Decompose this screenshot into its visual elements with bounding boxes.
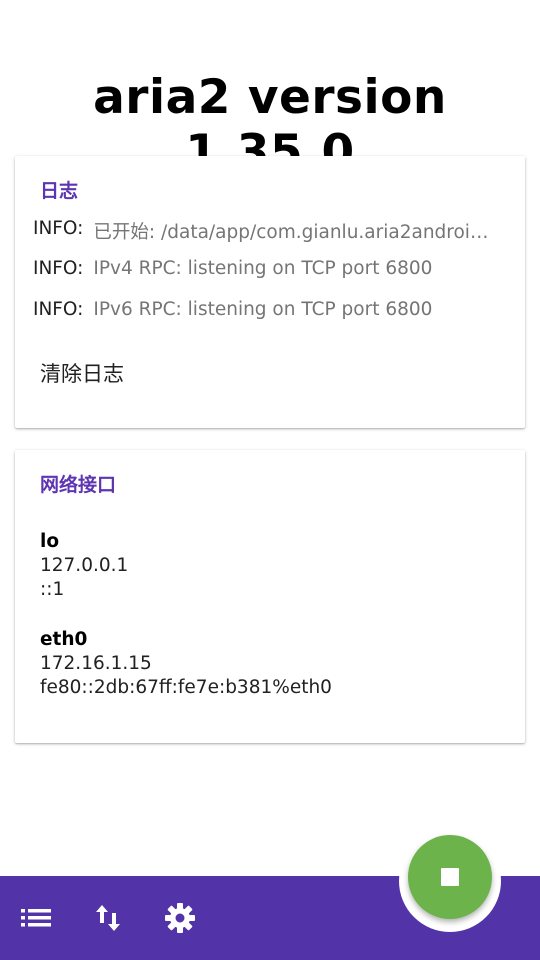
log-card-title: 日志 <box>40 180 79 202</box>
interface-name: eth0 <box>40 629 88 650</box>
stop-service-button[interactable] <box>408 835 492 919</box>
clear-log-button[interactable]: 清除日志 <box>40 358 124 388</box>
network-interface: lo 127.0.0.1 ::1 <box>40 530 128 602</box>
interface-address: fe80::2db:67ff:fe7e:b381%eth0 <box>40 677 332 698</box>
log-entry: INFO: IPv4 RPC: listening on TCP port 680… <box>33 258 513 284</box>
stop-icon <box>441 868 459 886</box>
log-message: IPv4 RPC: listening on TCP port 6800 <box>93 258 433 279</box>
interface-address: ::1 <box>40 579 65 600</box>
log-level: INFO: <box>33 258 84 279</box>
interface-name: lo <box>40 531 60 552</box>
log-message: 已开始: /data/app/com.gianlu.aria2android… <box>93 222 499 243</box>
log-level: INFO: <box>33 299 84 320</box>
list-icon[interactable] <box>19 901 53 935</box>
interface-address: 172.16.1.15 <box>40 653 152 674</box>
interface-address: 127.0.0.1 <box>40 555 129 576</box>
network-card: 网络接口 lo 127.0.0.1 ::1 eth0 172.16.1.15 f… <box>15 450 525 743</box>
swap-vert-icon[interactable] <box>91 901 125 935</box>
log-message: IPv6 RPC: listening on TCP port 6800 <box>93 299 433 320</box>
network-interface: eth0 172.16.1.15 fe80::2db:67ff:fe7e:b38… <box>40 628 332 700</box>
network-card-title: 网络接口 <box>40 474 117 496</box>
log-entry: INFO: 已开始: /data/app/com.gianlu.aria2andr… <box>33 218 513 244</box>
log-level: INFO: <box>33 218 84 239</box>
log-entry: INFO: IPv6 RPC: listening on TCP port 680… <box>33 299 513 325</box>
gear-icon[interactable] <box>163 901 197 935</box>
log-card: 日志 INFO: 已开始: /data/app/com.gianlu.aria2a… <box>15 156 525 428</box>
